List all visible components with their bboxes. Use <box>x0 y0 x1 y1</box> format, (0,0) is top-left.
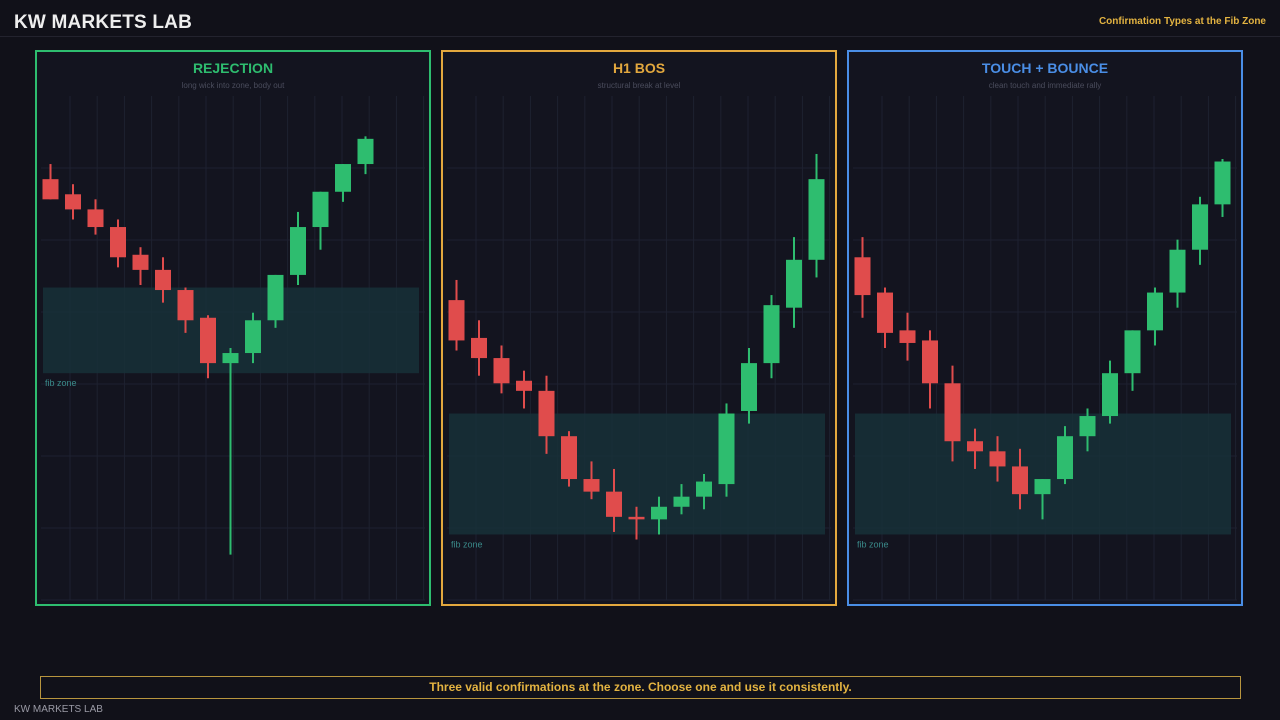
fib-zone-label: fib zone <box>451 539 483 549</box>
panel-rejection: fib zone REJECTION long wick into zone, … <box>35 50 431 606</box>
candle-body <box>967 441 983 452</box>
candle-bull <box>808 153 825 278</box>
candle-body <box>1079 416 1096 437</box>
chart-touch-bounce: fib zone <box>853 96 1237 601</box>
candle-bull <box>1147 287 1163 346</box>
fib-zone-label: fib zone <box>45 378 77 388</box>
candle-bull <box>1214 159 1231 217</box>
candle-body <box>493 358 510 384</box>
candle-bear <box>42 164 59 200</box>
candle-bear <box>922 330 938 409</box>
chart-rejection: fib zone <box>41 96 425 601</box>
candle-bull <box>1192 196 1208 265</box>
candle-body <box>696 481 712 497</box>
panel-subtitle: long wick into zone, body out <box>181 81 285 90</box>
candle-body <box>763 305 780 364</box>
chart-h1-bos: fib zone <box>447 96 831 601</box>
candle-body <box>312 191 329 228</box>
candle-body <box>1057 436 1073 480</box>
candle-body <box>899 330 916 343</box>
candle-body <box>606 491 622 517</box>
candle-body <box>786 259 802 308</box>
candle-body <box>110 227 126 258</box>
candle-body <box>200 317 216 364</box>
candle-body <box>922 340 938 384</box>
candle-bear <box>516 370 532 409</box>
candle-body <box>628 516 645 520</box>
top-bar: KW MARKETS LAB Confirmation Types at the… <box>0 0 1280 37</box>
candle-bear <box>877 287 893 348</box>
candle-body <box>65 194 81 210</box>
candle-body <box>673 496 690 507</box>
candle-body <box>155 269 171 291</box>
header-subtitle: Confirmation Types at the Fib Zone <box>1098 16 1266 27</box>
panel-title: TOUCH + BOUNCE <box>981 60 1109 76</box>
candle-body <box>448 300 465 341</box>
candle-bull <box>786 237 802 328</box>
candle-body <box>1012 466 1028 495</box>
panel-subtitle: structural break at level <box>597 81 681 90</box>
candle-bull <box>718 403 735 497</box>
candle-bull <box>1169 239 1186 308</box>
candle-body <box>471 337 487 359</box>
candle-bear <box>132 247 149 285</box>
candle-body <box>1147 292 1163 331</box>
candle-body <box>718 413 735 485</box>
candle-body <box>583 479 600 492</box>
footer-brand: KW MARKETS LAB <box>14 704 103 715</box>
candle-bear <box>899 312 916 361</box>
candle-bull <box>741 348 757 424</box>
panel-subtitle: clean touch and immediate rally <box>988 81 1102 90</box>
candle-bear <box>65 184 81 220</box>
candle-bear <box>471 320 487 376</box>
candle-bull <box>222 348 239 555</box>
candle-body <box>290 227 306 275</box>
panel-touch-bounce: fib zone TOUCH + BOUNCE clean touch and … <box>847 50 1243 606</box>
candle-body <box>42 179 59 200</box>
candle-body <box>245 320 261 354</box>
candle-body <box>1214 161 1231 205</box>
candle-body <box>1102 373 1118 417</box>
candle-body <box>651 506 667 520</box>
fib-zone-label: fib zone <box>857 539 889 549</box>
candle-bull <box>267 274 284 328</box>
candle-bear <box>110 219 126 268</box>
candle-body <box>357 138 374 165</box>
candle-body <box>1169 249 1186 293</box>
candle-body <box>177 290 194 321</box>
candle-body <box>267 274 284 321</box>
candle-bull <box>1102 360 1118 424</box>
footer-note: Three valid confirmations at the zone. C… <box>40 676 1241 699</box>
candle-body <box>944 383 961 442</box>
brand-title: KW MARKETS LAB <box>14 12 193 33</box>
candle-body <box>87 209 104 228</box>
candle-bear <box>448 279 465 351</box>
candle-body <box>1124 330 1141 374</box>
candle-body <box>989 451 1006 467</box>
candle-body <box>854 257 871 296</box>
candle-bear <box>854 237 871 318</box>
candle-bull <box>335 164 351 202</box>
candle-bull <box>763 295 780 379</box>
candle-body <box>222 353 239 364</box>
candle-bear <box>561 431 577 487</box>
candle-body <box>335 164 351 192</box>
panel-h1-bos: fib zone H1 BOS structural break at leve… <box>441 50 837 606</box>
candle-body <box>132 254 149 270</box>
panel-title: H1 BOS <box>612 60 666 76</box>
candle-body <box>1192 204 1208 250</box>
candle-body <box>538 390 555 437</box>
candle-body <box>808 179 825 260</box>
candle-bull <box>290 211 306 285</box>
candle-body <box>1034 479 1051 495</box>
candle-bear <box>493 345 510 394</box>
panel-title: REJECTION <box>192 60 274 76</box>
candle-body <box>741 363 757 411</box>
candle-body <box>516 380 532 391</box>
candle-bear <box>87 199 104 235</box>
candle-body <box>561 436 577 480</box>
candle-body <box>877 292 893 333</box>
